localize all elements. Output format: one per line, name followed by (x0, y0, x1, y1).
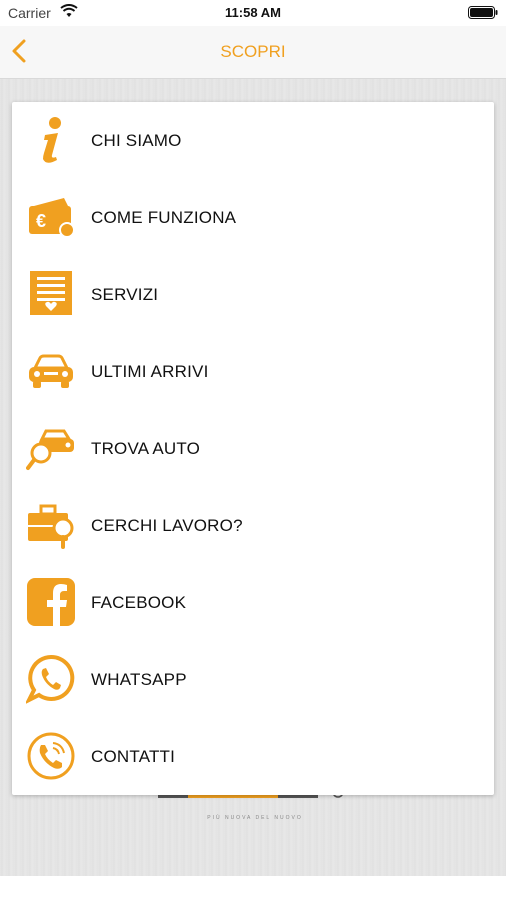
status-bar: Carrier 11:58 AM (0, 0, 506, 26)
menu-item-cerchi-lavoro[interactable]: CERCHI LAVORO? (12, 487, 494, 564)
menu-item-ultimi-arrivi[interactable]: ULTIMI ARRIVI (12, 333, 494, 410)
facebook-icon (27, 578, 75, 626)
menu-item-label: CERCHI LAVORO? (91, 516, 243, 535)
car-icon (29, 354, 73, 388)
menu-item-label: SERVIZI (91, 285, 159, 304)
brand-tagline: PIÙ NUOVA DEL NUOVO (207, 815, 303, 821)
menu-item-label: ULTIMI ARRIVI (91, 362, 209, 381)
page-title: SCOPRI (220, 42, 286, 61)
menu-item-contatti[interactable]: CONTATTI (12, 718, 494, 795)
document-heart-icon (30, 271, 72, 315)
battery-icon (468, 6, 498, 19)
menu-item-trova-auto[interactable]: TROVA AUTO (12, 410, 494, 487)
menu-item-facebook[interactable]: FACEBOOK (12, 564, 494, 641)
status-time: 11:58 AM (225, 5, 281, 20)
menu-item-label: TROVA AUTO (91, 439, 201, 458)
wallet-euro-icon: € (29, 198, 75, 238)
menu-item-label: CHI SIAMO (91, 131, 182, 150)
menu-item-label: FACEBOOK (91, 593, 187, 612)
menu-item-come-funziona[interactable]: € COME FUNZIONA (12, 179, 494, 256)
menu-item-label: CONTATTI (91, 747, 176, 766)
briefcase-search-icon (28, 504, 74, 549)
info-icon (43, 117, 61, 163)
footer (0, 876, 506, 900)
menu-card: CHI SIAMO € COME FUNZIONA SERVIZI ULTIMI… (12, 102, 494, 795)
menu-item-label: WHATSAPP (91, 670, 187, 689)
whatsapp-icon (26, 654, 75, 704)
phone-circle-icon (27, 732, 75, 780)
menu-item-chi-siamo[interactable]: CHI SIAMO (12, 102, 494, 179)
menu-item-label: COME FUNZIONA (91, 208, 237, 227)
navigation-bar: SCOPRI (0, 26, 506, 79)
menu-item-servizi[interactable]: SERVIZI (12, 256, 494, 333)
car-search-icon (26, 429, 74, 470)
menu-item-whatsapp[interactable]: WHATSAPP (12, 641, 494, 718)
svg-text:€: € (36, 211, 46, 231)
